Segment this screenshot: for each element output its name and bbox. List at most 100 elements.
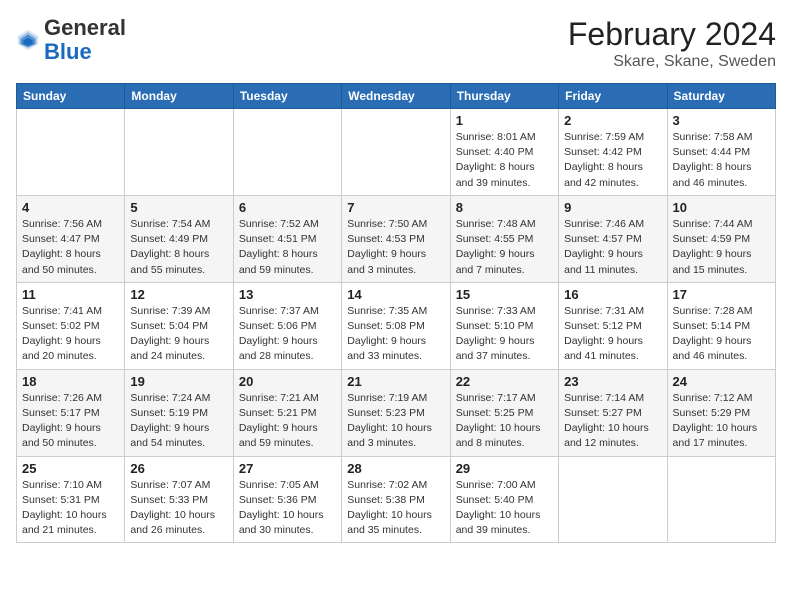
calendar-cell: 16Sunrise: 7:31 AM Sunset: 5:12 PM Dayli… [559, 282, 667, 369]
day-info: Sunrise: 7:41 AM Sunset: 5:02 PM Dayligh… [22, 304, 119, 365]
day-number: 18 [22, 374, 119, 389]
day-info: Sunrise: 7:00 AM Sunset: 5:40 PM Dayligh… [456, 478, 553, 539]
day-info: Sunrise: 7:12 AM Sunset: 5:29 PM Dayligh… [673, 391, 770, 452]
day-info: Sunrise: 7:02 AM Sunset: 5:38 PM Dayligh… [347, 478, 444, 539]
calendar-cell: 25Sunrise: 7:10 AM Sunset: 5:31 PM Dayli… [17, 456, 125, 543]
day-info: Sunrise: 7:37 AM Sunset: 5:06 PM Dayligh… [239, 304, 336, 365]
calendar-cell: 6 Sunrise: 7:52 AM Sunset: 4:51 PM Daylig… [233, 195, 341, 282]
day-info: Sunrise: 7:26 AM Sunset: 5:17 PM Dayligh… [22, 391, 119, 452]
day-number: 1 [456, 113, 553, 128]
day-number: 15 [456, 287, 553, 302]
day-info: Sunrise: 7:56 AM Sunset: 4:47 PM Dayligh… [22, 217, 119, 278]
day-info: Sunrise: 7:28 AM Sunset: 5:14 PM Dayligh… [673, 304, 770, 365]
day-info: Sunrise: 7:44 AM Sunset: 4:59 PM Dayligh… [673, 217, 770, 278]
calendar-cell: 14 Sunrise: 7:35 AM Sunset: 5:08 PM Dayli… [342, 282, 450, 369]
day-number: 19 [130, 374, 227, 389]
day-of-week-header: Tuesday [233, 84, 341, 109]
calendar-table: SundayMondayTuesdayWednesdayThursdayFrid… [16, 83, 776, 543]
day-number: 28 [347, 461, 444, 476]
day-info: Sunrise: 7:54 AM Sunset: 4:49 PM Dayligh… [130, 217, 227, 278]
calendar-cell: 5 Sunrise: 7:54 AM Sunset: 4:49 PM Daylig… [125, 195, 233, 282]
day-number: 27 [239, 461, 336, 476]
calendar-cell: 26 Sunrise: 7:07 AM Sunset: 5:33 PM Dayli… [125, 456, 233, 543]
day-info: Sunrise: 7:35 AM Sunset: 5:08 PM Dayligh… [347, 304, 444, 365]
calendar-cell: 29 Sunrise: 7:00 AM Sunset: 5:40 PM Dayli… [450, 456, 558, 543]
calendar-cell: 11 Sunrise: 7:41 AM Sunset: 5:02 PM Dayli… [17, 282, 125, 369]
day-number: 5 [130, 200, 227, 215]
day-number: 12 [130, 287, 227, 302]
calendar-cell: 13 Sunrise: 7:37 AM Sunset: 5:06 PM Dayli… [233, 282, 341, 369]
calendar-cell: 24 Sunrise: 7:12 AM Sunset: 5:29 PM Dayli… [667, 369, 775, 456]
calendar-cell [233, 109, 341, 196]
calendar-cell: 12 Sunrise: 7:39 AM Sunset: 5:04 PM Dayli… [125, 282, 233, 369]
calendar-cell [17, 109, 125, 196]
day-number: 20 [239, 374, 336, 389]
page-header: General Blue February 2024 Skare, Skane,… [16, 16, 776, 71]
calendar-cell: 8Sunrise: 7:48 AM Sunset: 4:55 PM Daylig… [450, 195, 558, 282]
calendar-cell: 4 Sunrise: 7:56 AM Sunset: 4:47 PM Daylig… [17, 195, 125, 282]
calendar-cell: 19 Sunrise: 7:24 AM Sunset: 5:19 PM Dayli… [125, 369, 233, 456]
day-info: Sunrise: 7:21 AM Sunset: 5:21 PM Dayligh… [239, 391, 336, 452]
day-info: Sunrise: 7:17 AM Sunset: 5:25 PM Dayligh… [456, 391, 553, 452]
day-number: 2 [564, 113, 661, 128]
day-info: Sunrise: 7:24 AM Sunset: 5:19 PM Dayligh… [130, 391, 227, 452]
day-of-week-header: Sunday [17, 84, 125, 109]
calendar-cell: 1 Sunrise: 8:01 AM Sunset: 4:40 PM Daylig… [450, 109, 558, 196]
day-number: 4 [22, 200, 119, 215]
day-info: Sunrise: 7:19 AM Sunset: 5:23 PM Dayligh… [347, 391, 444, 452]
month-title: February 2024 [568, 16, 776, 53]
calendar-week-row: 25Sunrise: 7:10 AM Sunset: 5:31 PM Dayli… [17, 456, 776, 543]
day-number: 25 [22, 461, 119, 476]
day-number: 6 [239, 200, 336, 215]
day-of-week-header: Friday [559, 84, 667, 109]
day-number: 7 [347, 200, 444, 215]
calendar-cell: 23 Sunrise: 7:14 AM Sunset: 5:27 PM Dayli… [559, 369, 667, 456]
day-number: 29 [456, 461, 553, 476]
calendar-header-row: SundayMondayTuesdayWednesdayThursdayFrid… [17, 84, 776, 109]
calendar-cell [559, 456, 667, 543]
day-number: 26 [130, 461, 227, 476]
day-info: Sunrise: 7:33 AM Sunset: 5:10 PM Dayligh… [456, 304, 553, 365]
calendar-cell: 17Sunrise: 7:28 AM Sunset: 5:14 PM Dayli… [667, 282, 775, 369]
day-number: 22 [456, 374, 553, 389]
day-of-week-header: Wednesday [342, 84, 450, 109]
calendar-cell: 21 Sunrise: 7:19 AM Sunset: 5:23 PM Dayli… [342, 369, 450, 456]
logo-blue-text: Blue [44, 39, 92, 64]
calendar-week-row: 18 Sunrise: 7:26 AM Sunset: 5:17 PM Dayli… [17, 369, 776, 456]
calendar-cell [125, 109, 233, 196]
day-number: 23 [564, 374, 661, 389]
day-number: 10 [673, 200, 770, 215]
day-number: 8 [456, 200, 553, 215]
day-info: Sunrise: 7:07 AM Sunset: 5:33 PM Dayligh… [130, 478, 227, 539]
calendar-cell [667, 456, 775, 543]
calendar-cell: 20 Sunrise: 7:21 AM Sunset: 5:21 PM Dayli… [233, 369, 341, 456]
day-info: Sunrise: 7:14 AM Sunset: 5:27 PM Dayligh… [564, 391, 661, 452]
day-info: Sunrise: 7:58 AM Sunset: 4:44 PM Dayligh… [673, 130, 770, 191]
calendar-cell: 22 Sunrise: 7:17 AM Sunset: 5:25 PM Dayli… [450, 369, 558, 456]
day-info: Sunrise: 7:39 AM Sunset: 5:04 PM Dayligh… [130, 304, 227, 365]
calendar-cell: 7 Sunrise: 7:50 AM Sunset: 4:53 PM Daylig… [342, 195, 450, 282]
day-number: 13 [239, 287, 336, 302]
day-of-week-header: Thursday [450, 84, 558, 109]
day-number: 14 [347, 287, 444, 302]
day-number: 24 [673, 374, 770, 389]
day-of-week-header: Monday [125, 84, 233, 109]
day-number: 16 [564, 287, 661, 302]
day-number: 21 [347, 374, 444, 389]
day-info: Sunrise: 7:05 AM Sunset: 5:36 PM Dayligh… [239, 478, 336, 539]
logo-general-text: General [44, 15, 126, 40]
day-info: Sunrise: 7:52 AM Sunset: 4:51 PM Dayligh… [239, 217, 336, 278]
day-info: Sunrise: 7:50 AM Sunset: 4:53 PM Dayligh… [347, 217, 444, 278]
calendar-week-row: 11 Sunrise: 7:41 AM Sunset: 5:02 PM Dayli… [17, 282, 776, 369]
calendar-cell: 9Sunrise: 7:46 AM Sunset: 4:57 PM Daylig… [559, 195, 667, 282]
day-info: Sunrise: 8:01 AM Sunset: 4:40 PM Dayligh… [456, 130, 553, 191]
logo-text: General Blue [44, 16, 126, 64]
logo-icon [16, 28, 40, 52]
calendar-cell: 28 Sunrise: 7:02 AM Sunset: 5:38 PM Dayli… [342, 456, 450, 543]
day-info: Sunrise: 7:59 AM Sunset: 4:42 PM Dayligh… [564, 130, 661, 191]
calendar-cell: 27 Sunrise: 7:05 AM Sunset: 5:36 PM Dayli… [233, 456, 341, 543]
calendar-cell: 10 Sunrise: 7:44 AM Sunset: 4:59 PM Dayli… [667, 195, 775, 282]
day-number: 11 [22, 287, 119, 302]
day-number: 3 [673, 113, 770, 128]
title-block: February 2024 Skare, Skane, Sweden [568, 16, 776, 71]
